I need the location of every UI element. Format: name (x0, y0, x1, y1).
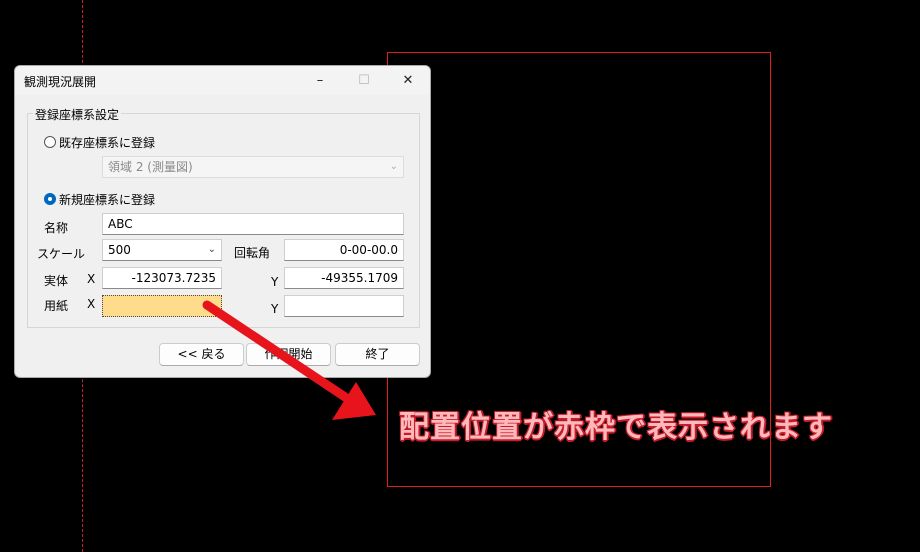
dialog-title: 観測現況展開 (24, 75, 97, 89)
scale-label: スケール (37, 247, 86, 261)
paper-x-input[interactable] (102, 295, 222, 317)
existing-coordinate-value: 領域 2 (測量図) (108, 160, 193, 174)
close-icon[interactable]: ✕ (388, 66, 428, 95)
paper-y-input[interactable] (284, 295, 404, 317)
rotation-label: 回転角 (234, 246, 271, 260)
title-bar[interactable]: 観測現況展開 – ☐ ✕ (15, 66, 430, 95)
finish-button[interactable]: 終了 (335, 343, 420, 366)
group-title: 登録座標系設定 (33, 106, 122, 123)
entity-x-label: X (87, 272, 96, 286)
start-drawing-button[interactable]: 作図開始 (246, 343, 331, 366)
back-button[interactable]: << 戻る (159, 343, 244, 366)
entity-x-input[interactable]: -123073.7235 (102, 267, 222, 289)
dialog-window: 観測現況展開 – ☐ ✕ 登録座標系設定 既存座標系に登録 領域 2 (測量図)… (14, 65, 431, 378)
entity-label: 実体 (44, 274, 69, 288)
rotation-value: 0-00-00.0 (339, 243, 398, 257)
existing-coordinate-select: 領域 2 (測量図) ⌄ (102, 156, 404, 178)
name-input[interactable]: ABC (102, 213, 404, 235)
maximize-icon: ☐ (358, 73, 370, 88)
paper-y-label: Y (271, 302, 279, 316)
scale-value: 500 (108, 243, 131, 257)
radio-new-label: 新規座標系に登録 (59, 193, 156, 207)
radio-existing-label: 既存座標系に登録 (59, 136, 156, 150)
minimize-icon[interactable]: – (300, 66, 340, 95)
chevron-down-icon: ⌄ (207, 244, 216, 255)
radio-new-coordinate-system[interactable] (44, 193, 56, 205)
name-value: ABC (108, 217, 133, 231)
scale-select[interactable]: 500 ⌄ (102, 239, 222, 261)
chevron-down-icon: ⌄ (389, 161, 398, 172)
arrow-head (332, 382, 376, 420)
paper-x-label: X (87, 297, 96, 311)
paper-label: 用紙 (44, 299, 69, 313)
entity-x-value: -123073.7235 (131, 271, 217, 285)
entity-y-label: Y (271, 275, 279, 289)
rotation-input[interactable]: 0-00-00.0 (284, 239, 404, 261)
radio-existing-coordinate-system[interactable] (44, 136, 56, 148)
name-label: 名称 (44, 221, 69, 235)
entity-y-input[interactable]: -49355.1709 (284, 267, 404, 289)
callout-text: 配置位置が赤枠で表示されます (399, 410, 833, 445)
entity-y-value: -49355.1709 (321, 271, 398, 285)
